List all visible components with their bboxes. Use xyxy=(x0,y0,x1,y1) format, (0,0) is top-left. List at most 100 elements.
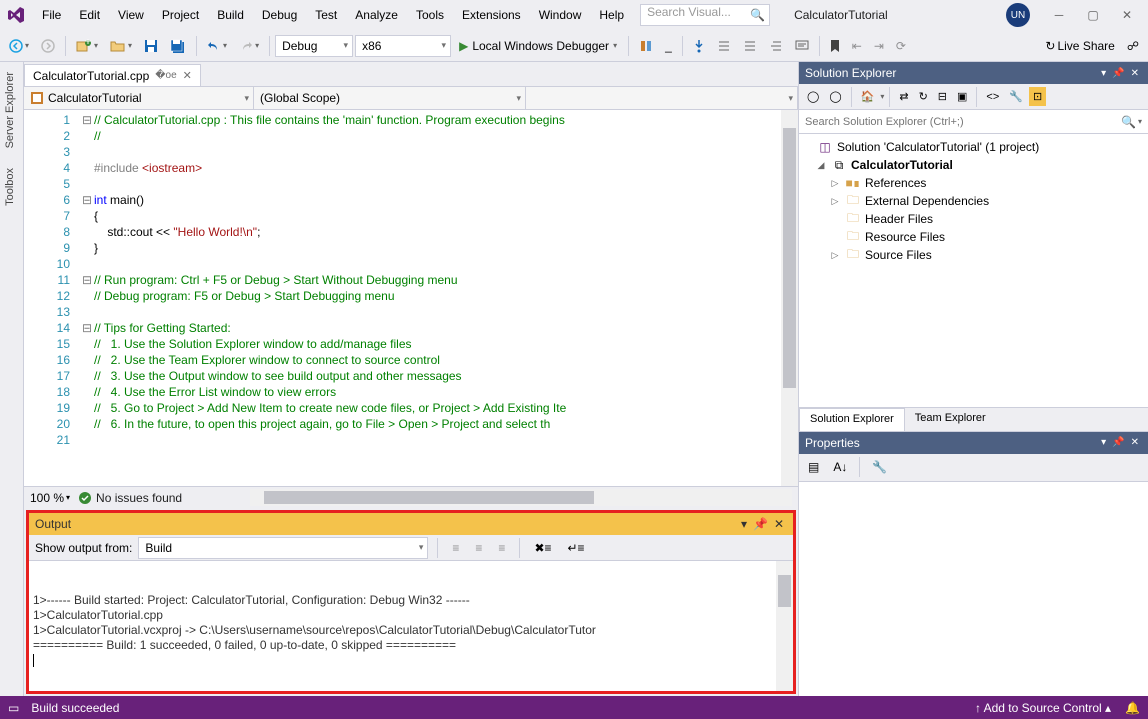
fold-column[interactable]: ⊟⊟⊟⊟ xyxy=(80,110,94,486)
user-avatar[interactable]: UN xyxy=(1006,3,1030,27)
se-close-icon[interactable]: ✕ xyxy=(1128,68,1142,79)
output-wrap-icon[interactable]: ↵≡ xyxy=(563,538,590,558)
tb-comment-icon[interactable] xyxy=(790,37,814,55)
new-project-button[interactable]: +▾ xyxy=(71,36,103,56)
output-text[interactable]: 1>------ Build started: Project: Calcula… xyxy=(29,561,793,691)
folder-icon: ■∎ xyxy=(845,176,861,190)
code-editor[interactable]: 123456789101112131415161718192021 ⊟⊟⊟⊟ /… xyxy=(24,110,798,486)
editor-vscrollbar[interactable] xyxy=(781,110,798,486)
output-clear-icon[interactable]: ✖≡ xyxy=(529,538,556,558)
add-source-control[interactable]: ↑ Add to Source Control ▴ xyxy=(975,701,1111,715)
se-fwd-icon[interactable]: ◯ xyxy=(825,87,845,106)
issues-indicator[interactable]: No issues found xyxy=(78,491,182,505)
prop-dropdown-icon[interactable]: ▾ xyxy=(1098,437,1109,448)
se-home-icon[interactable]: 🏠 xyxy=(857,87,879,106)
menu-help[interactable]: Help xyxy=(591,4,632,26)
menu-tools[interactable]: Tools xyxy=(408,4,452,26)
nav-project-combo[interactable]: CalculatorTutorial xyxy=(24,87,254,109)
start-debugger-button[interactable]: ▶ Local Windows Debugger ▾ xyxy=(453,37,623,55)
feedback-icon[interactable]: ☍ xyxy=(1122,36,1144,56)
output-vscrollbar[interactable] xyxy=(776,561,793,691)
redo-button[interactable]: ▾ xyxy=(234,37,264,55)
se-dropdown-icon[interactable]: ▾ xyxy=(1098,68,1109,79)
tree-node-references[interactable]: ▷■∎References xyxy=(801,174,1146,192)
menu-build[interactable]: Build xyxy=(209,4,252,26)
menu-edit[interactable]: Edit xyxy=(71,4,108,26)
server-explorer-tab[interactable]: Server Explorer xyxy=(0,62,23,158)
editor-hscrollbar[interactable] xyxy=(250,489,792,506)
undo-button[interactable]: ▾ xyxy=(202,37,232,55)
tree-node-source-files[interactable]: ▷🗀Source Files xyxy=(801,246,1146,264)
se-preview-icon[interactable]: ⊡ xyxy=(1029,87,1046,106)
output-tb-1: ≡ xyxy=(447,538,464,558)
tree-solution-node[interactable]: ◫ Solution 'CalculatorTutorial' (1 proje… xyxy=(801,138,1146,156)
tb-misc-2[interactable]: _ xyxy=(660,36,677,56)
se-code-icon[interactable]: <> xyxy=(982,88,1003,106)
line-gutter: 123456789101112131415161718192021 xyxy=(24,110,80,486)
properties-grid[interactable] xyxy=(799,482,1148,697)
tab-team-explorer[interactable]: Team Explorer xyxy=(905,408,996,431)
se-search[interactable]: 🔍▾ xyxy=(799,110,1148,134)
tab-solution-explorer[interactable]: Solution Explorer xyxy=(799,408,905,431)
se-refresh-icon[interactable]: ↻ xyxy=(915,87,932,106)
prop-categorized-icon[interactable]: ▤ xyxy=(803,457,824,477)
nav-scope-combo[interactable]: (Global Scope) xyxy=(254,87,526,109)
prop-wrench-icon[interactable]: 🔧 xyxy=(867,457,892,477)
solution-tree[interactable]: ◫ Solution 'CalculatorTutorial' (1 proje… xyxy=(799,134,1148,407)
zoom-combo[interactable]: 100 % ▾ xyxy=(30,491,70,505)
minimize-button[interactable]: ─ xyxy=(1042,2,1076,28)
status-bar: ▭ Build succeeded ↑ Add to Source Contro… xyxy=(0,696,1148,719)
live-share-button[interactable]: ↻ Live Share xyxy=(1040,36,1119,56)
pin-icon[interactable]: �ое xyxy=(155,70,176,81)
open-file-button[interactable]: ▾ xyxy=(105,36,137,56)
save-all-button[interactable] xyxy=(165,36,191,56)
menu-file[interactable]: File xyxy=(34,4,69,26)
tb-lines-2[interactable] xyxy=(738,37,762,55)
nav-back-button[interactable]: ▾ xyxy=(4,36,34,56)
prop-close-icon[interactable]: ✕ xyxy=(1128,437,1142,448)
menu-test[interactable]: Test xyxy=(307,4,345,26)
close-tab-icon[interactable]: ✕ xyxy=(183,69,192,82)
se-back-icon[interactable]: ◯ xyxy=(803,87,823,106)
tree-node-header-files[interactable]: 🗀Header Files xyxy=(801,210,1146,228)
nav-fwd-button[interactable] xyxy=(36,36,60,56)
notifications-icon[interactable]: 🔔 xyxy=(1125,701,1140,715)
se-sync-icon[interactable]: ⇄ xyxy=(895,87,912,106)
code-navbar: CalculatorTutorial (Global Scope) xyxy=(24,86,798,110)
tree-node-external-dependencies[interactable]: ▷🗀External Dependencies xyxy=(801,192,1146,210)
menu-window[interactable]: Window xyxy=(531,4,590,26)
config-combo[interactable]: Debug xyxy=(275,35,353,57)
tree-node-resource-files[interactable]: 🗀Resource Files xyxy=(801,228,1146,246)
output-pin-icon[interactable]: 📌 xyxy=(750,517,771,531)
maximize-button[interactable]: ▢ xyxy=(1076,2,1110,28)
step-into-icon[interactable] xyxy=(688,36,710,56)
bookmark-icon[interactable] xyxy=(825,36,845,56)
se-properties-icon[interactable]: 🔧 xyxy=(1005,87,1027,106)
code-area[interactable]: // CalculatorTutorial.cpp : This file co… xyxy=(94,110,798,486)
nav-member-combo[interactable] xyxy=(526,87,798,109)
output-dropdown-icon[interactable]: ▾ xyxy=(738,517,750,531)
menu-project[interactable]: Project xyxy=(154,4,207,26)
prop-pin-icon[interactable]: 📌 xyxy=(1109,437,1127,448)
tb-misc-1[interactable] xyxy=(634,36,658,56)
toolbox-tab[interactable]: Toolbox xyxy=(0,158,23,216)
prop-alpha-icon[interactable]: A↓ xyxy=(828,457,852,477)
output-close-icon[interactable]: ✕ xyxy=(771,517,787,531)
save-button[interactable] xyxy=(139,36,163,56)
se-search-input[interactable] xyxy=(805,116,1121,128)
tb-lines-1[interactable] xyxy=(712,37,736,55)
tb-lines-3[interactable] xyxy=(764,37,788,55)
tree-project-node[interactable]: ◢⧉ CalculatorTutorial xyxy=(801,156,1146,174)
se-showall-icon[interactable]: ▣ xyxy=(953,87,971,106)
close-button[interactable]: ✕ xyxy=(1110,2,1144,28)
platform-combo[interactable]: x86 xyxy=(355,35,451,57)
doc-tab-calculator[interactable]: CalculatorTutorial.cpp �ое ✕ xyxy=(24,64,201,86)
menu-analyze[interactable]: Analyze xyxy=(347,4,406,26)
se-collapse-icon[interactable]: ⊟ xyxy=(934,87,951,106)
menu-view[interactable]: View xyxy=(110,4,152,26)
se-pin-icon[interactable]: 📌 xyxy=(1109,68,1127,79)
quick-search[interactable]: Search Visual... 🔍 xyxy=(640,4,770,26)
output-source-combo[interactable]: Build xyxy=(138,537,428,559)
menu-debug[interactable]: Debug xyxy=(254,4,305,26)
menu-extensions[interactable]: Extensions xyxy=(454,4,529,26)
